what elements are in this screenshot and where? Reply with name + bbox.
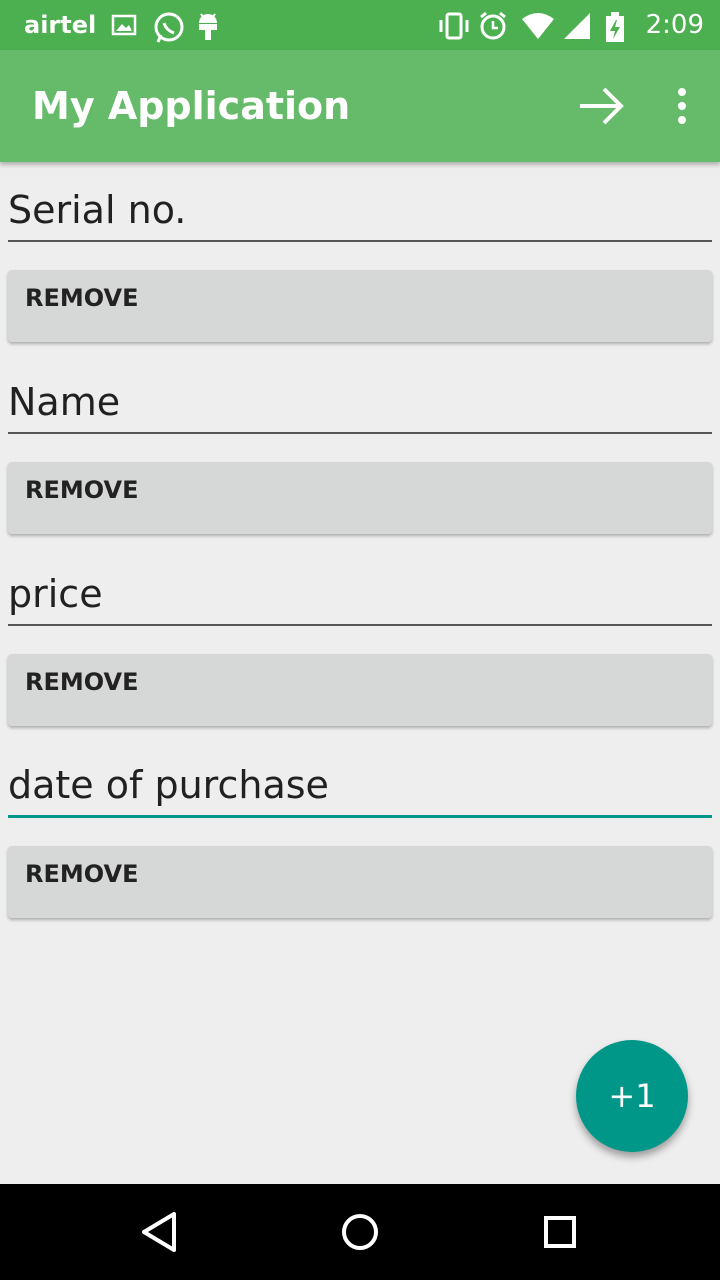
add-field-fab[interactable]: +1 xyxy=(576,1040,688,1152)
remove-serial-button[interactable]: REMOVE xyxy=(8,270,712,342)
price-field[interactable]: price xyxy=(8,546,712,626)
date-of-purchase-field[interactable]: date of purchase xyxy=(8,738,712,818)
nav-bar xyxy=(0,1184,720,1280)
app-title: My Application xyxy=(32,84,351,128)
name-field[interactable]: Name xyxy=(8,354,712,434)
gallery-icon xyxy=(110,11,138,39)
arrow-forward-icon[interactable] xyxy=(578,84,626,128)
back-icon[interactable] xyxy=(136,1208,184,1256)
field-serial-block: Serial no. REMOVE xyxy=(8,162,712,342)
remove-name-button[interactable]: REMOVE xyxy=(8,462,712,534)
app-bar: My Application xyxy=(0,50,720,162)
home-icon[interactable] xyxy=(336,1208,384,1256)
field-date-block: date of purchase REMOVE xyxy=(8,738,712,918)
field-name-block: Name REMOVE xyxy=(8,354,712,534)
more-vert-icon[interactable] xyxy=(676,88,688,124)
android-icon xyxy=(194,11,222,40)
wifi-icon xyxy=(520,11,554,39)
signal-icon xyxy=(562,11,590,39)
recents-icon[interactable] xyxy=(536,1208,584,1256)
remove-price-button[interactable]: REMOVE xyxy=(8,654,712,726)
vibrate-icon xyxy=(436,11,469,40)
carrier-name: airtel xyxy=(24,11,97,39)
whatsapp-icon xyxy=(152,11,184,43)
clock: 2:09 xyxy=(645,10,704,40)
battery-charging-icon xyxy=(604,11,632,42)
status-bar: airtel 2:09 xyxy=(0,0,720,50)
field-price-block: price REMOVE xyxy=(8,546,712,726)
alarm-icon xyxy=(478,11,506,40)
remove-date-button[interactable]: REMOVE xyxy=(8,846,712,918)
serial-field[interactable]: Serial no. xyxy=(8,162,712,242)
